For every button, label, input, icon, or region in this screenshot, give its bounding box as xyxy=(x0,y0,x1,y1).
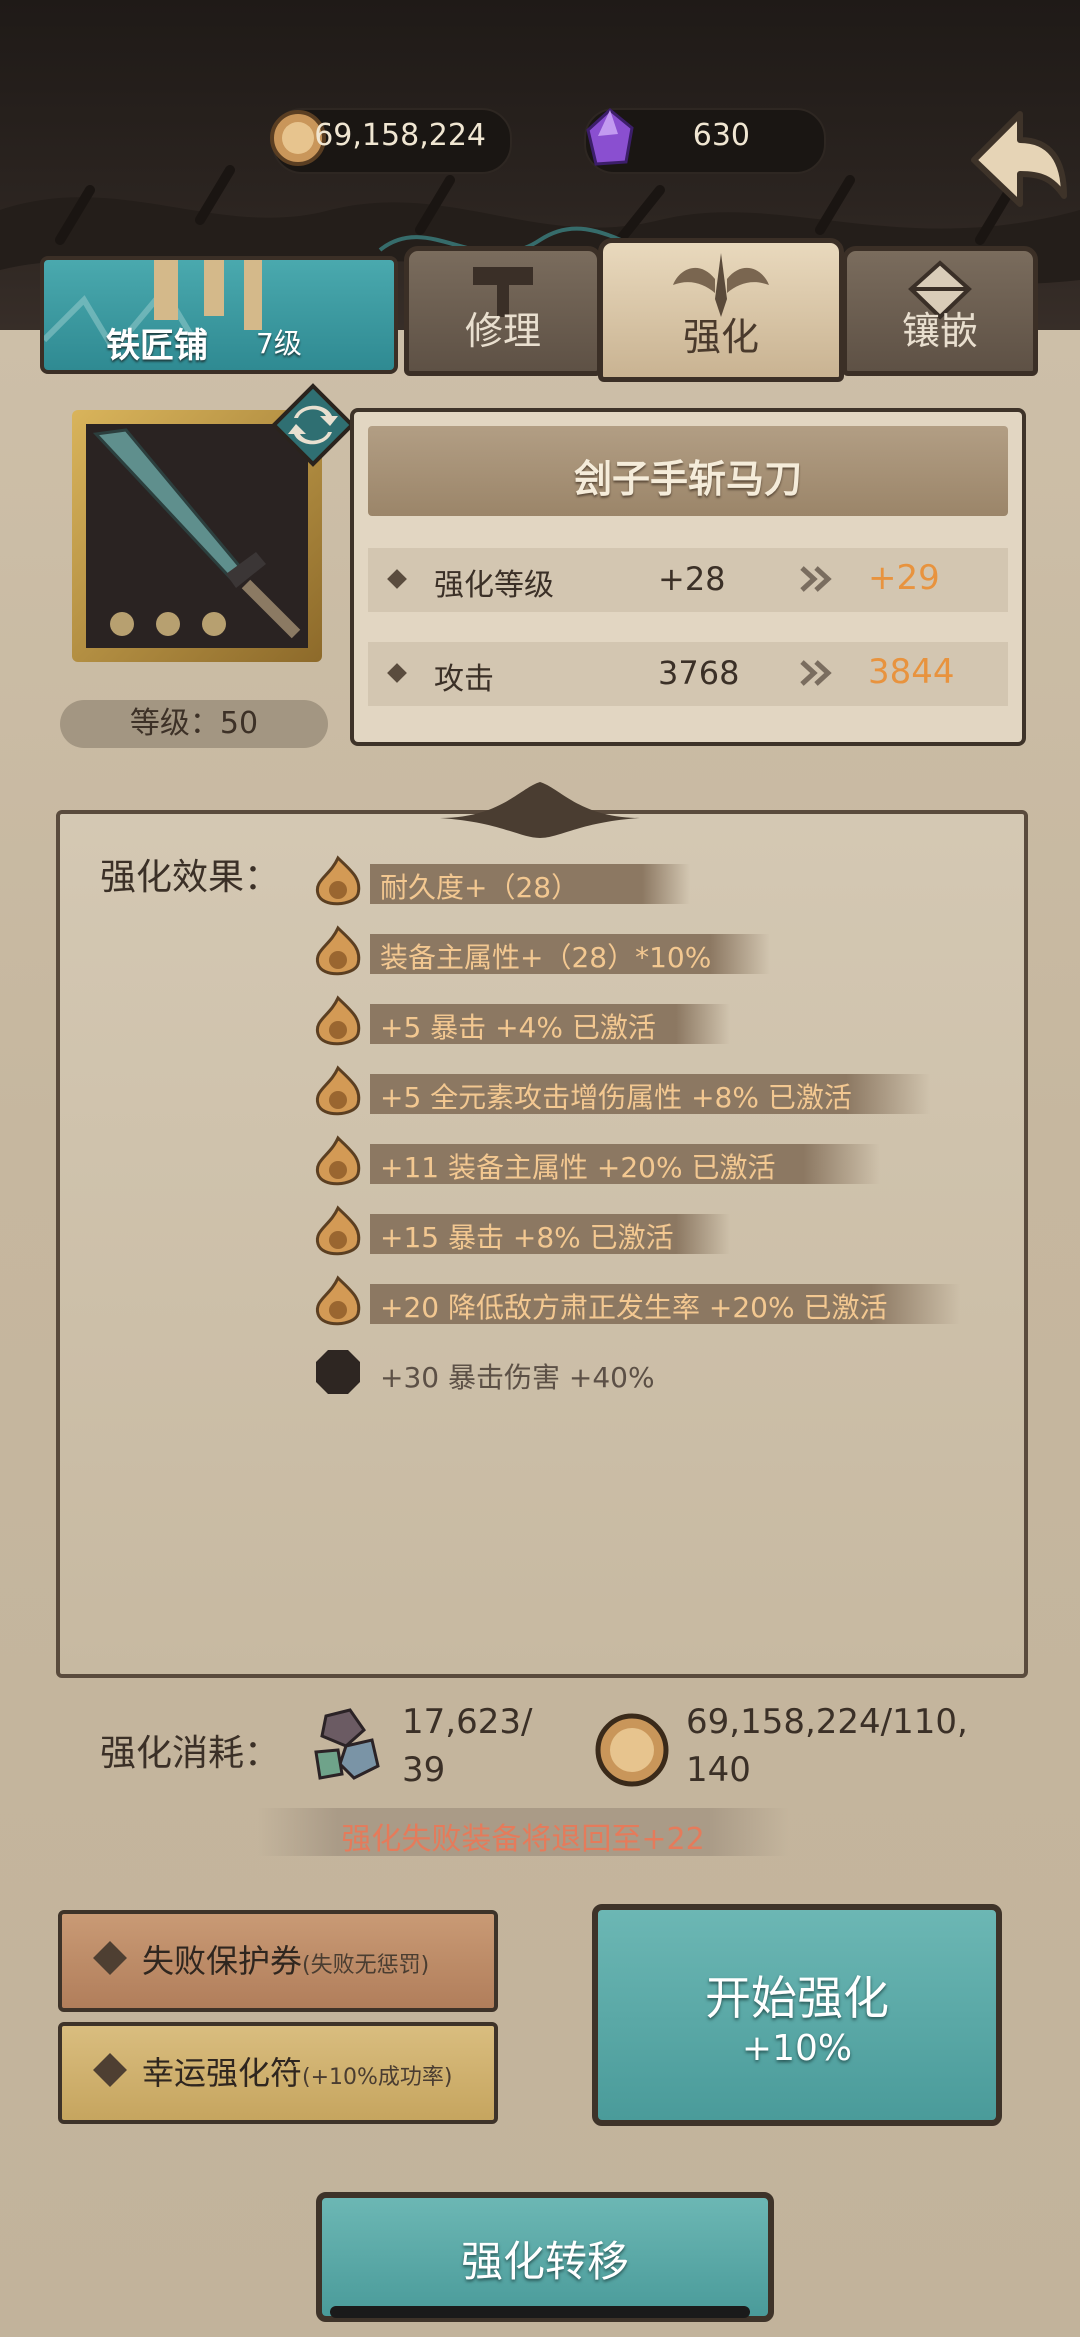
item-name: 刽子手斩马刀 xyxy=(573,457,802,501)
swap-arrows-icon[interactable] xyxy=(270,382,356,468)
tab-enhance-label: 强化 xyxy=(682,315,759,359)
blacksmith-label: 铁匠铺 xyxy=(106,326,208,366)
material-cost: 17,623/ 39 xyxy=(402,1698,532,1794)
gold-coin-icon xyxy=(595,1713,669,1787)
stat-key: 攻击 xyxy=(434,662,494,697)
start-enhance-button[interactable]: 开始强化 +10% xyxy=(592,1904,1002,2126)
gem-value: 630 xyxy=(692,118,750,153)
flame-badge-icon xyxy=(315,925,361,976)
tab-blacksmith[interactable] xyxy=(40,256,398,374)
double-arrow-icon xyxy=(800,660,832,686)
failure-warning-text: 强化失败装备将退回至+22 xyxy=(341,1822,705,1857)
back-arrow-icon[interactable] xyxy=(960,100,1076,220)
diamond-bullet-icon xyxy=(387,569,407,589)
diamond-bullet-icon xyxy=(93,2053,127,2087)
enhance-transfer-label: 强化转移 xyxy=(460,2237,629,2286)
material-cost-line2: 39 xyxy=(402,1750,446,1790)
material-cost-line1: 17,623/ xyxy=(402,1702,533,1742)
tab-repair-label: 修理 xyxy=(464,309,541,353)
start-enhance-label: 开始强化 xyxy=(705,1971,889,2025)
item-stats-panel: 刽子手斩马刀 强化等级 +28 +29 攻击 3768 3844 xyxy=(350,408,1026,746)
tab-inlay[interactable]: 镶嵌 xyxy=(842,246,1038,376)
flame-badge-icon xyxy=(315,995,361,1046)
flame-badge-icon xyxy=(315,855,361,906)
cost-title: 强化消耗： xyxy=(100,1733,281,1774)
enhance-transfer-button[interactable]: 强化转移 xyxy=(316,2192,774,2322)
tab-inlay-label: 镶嵌 xyxy=(901,309,978,353)
stat-next: 3844 xyxy=(868,652,955,692)
effect-text: 耐久度+（28） xyxy=(380,871,580,904)
gold-cost: 69,158,224/110, 140 xyxy=(686,1698,968,1794)
protect-ticket-label: 失败保护券(失败无惩罚) xyxy=(142,1942,430,1980)
effect-text: +5 暴击 +4% 已激活 xyxy=(380,1011,656,1044)
diamond-bullet-icon xyxy=(387,663,407,683)
gold-cost-line2: 140 xyxy=(686,1750,751,1790)
effects-title: 强化效果： xyxy=(100,857,281,898)
panel-ornament-icon xyxy=(440,782,640,838)
tab-enhance[interactable]: 强化 xyxy=(598,238,844,382)
stat-row-enhance-level: 强化等级 +28 +29 xyxy=(368,548,1008,612)
effect-text: +5 全元素攻击增伤属性 +8% 已激活 xyxy=(380,1081,852,1114)
stat-key: 强化等级 xyxy=(434,568,554,603)
failure-warning: 强化失败装备将退回至+22 xyxy=(258,1808,788,1857)
flame-badge-icon xyxy=(315,1275,361,1326)
effect-text: 装备主属性+（28）*10% xyxy=(380,941,712,974)
effect-text: +11 装备主属性 +20% 已激活 xyxy=(380,1151,776,1184)
lucky-charm-button[interactable]: 幸运强化符(+10%成功率) xyxy=(58,2022,498,2124)
effect-text: +15 暴击 +8% 已激活 xyxy=(380,1221,674,1254)
locked-octagon-icon xyxy=(316,1350,360,1394)
diamond-bullet-icon xyxy=(93,1941,127,1975)
stat-row-attack: 攻击 3768 3844 xyxy=(368,642,1008,706)
flame-badge-icon xyxy=(315,1205,361,1256)
stat-current: 3768 xyxy=(658,654,740,692)
tab-repair[interactable]: 修理 xyxy=(404,246,602,376)
effect-text: +30 暴击伤害 +40% xyxy=(380,1361,655,1394)
stat-current: +28 xyxy=(658,560,726,598)
double-arrow-icon xyxy=(800,566,832,592)
gem-counter: 630 xyxy=(584,108,826,174)
item-name-bar: 刽子手斩马刀 xyxy=(368,426,1008,516)
home-indicator[interactable] xyxy=(330,2306,750,2318)
flame-badge-icon xyxy=(315,1065,361,1116)
blacksmith-sword-rack-icon xyxy=(44,260,262,356)
purple-crystal-icon xyxy=(586,108,634,166)
flame-badge-icon xyxy=(315,1135,361,1186)
lucky-charm-label: 幸运强化符(+10%成功率) xyxy=(142,2054,453,2092)
gold-value: 69,158,224 xyxy=(314,118,486,153)
gold-cost-line1: 69,158,224/110, xyxy=(686,1702,968,1742)
protect-ticket-button[interactable]: 失败保护券(失败无惩罚) xyxy=(58,1910,498,2012)
gold-counter: 69,158,224 xyxy=(270,108,512,174)
effect-text: +20 降低敌方肃正发生率 +20% 已激活 xyxy=(380,1291,888,1324)
blacksmith-level: 7级 xyxy=(256,327,302,360)
ore-material-icon xyxy=(314,1708,380,1780)
item-level-tag: 等级：50 xyxy=(60,700,328,748)
start-enhance-rate: +10% xyxy=(741,2028,853,2069)
stat-next: +29 xyxy=(868,558,940,598)
